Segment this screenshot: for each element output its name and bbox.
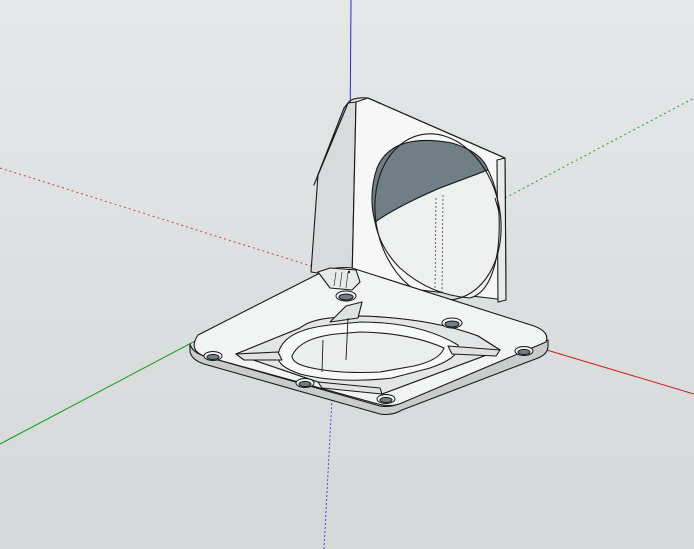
red-axis-dotted — [0, 167, 331, 273]
screw-hole-right-upper[interactable] — [441, 317, 463, 329]
screw-hole-left[interactable] — [203, 351, 223, 361]
red-axis-solid — [539, 347, 694, 395]
screw-hole-right[interactable] — [514, 346, 534, 356]
green-axis-dotted — [504, 97, 694, 199]
screw-hole-bottom-left[interactable] — [295, 378, 315, 388]
body-left-face — [310, 101, 357, 279]
screw-hole-bottom[interactable] — [376, 394, 396, 404]
model-canvas[interactable] — [0, 0, 694, 549]
sketchup-3d-viewport[interactable] — [0, 0, 694, 549]
strut-left — [235, 351, 283, 361]
axis-origin — [347, 270, 351, 274]
screw-hole-top[interactable] — [335, 290, 357, 302]
